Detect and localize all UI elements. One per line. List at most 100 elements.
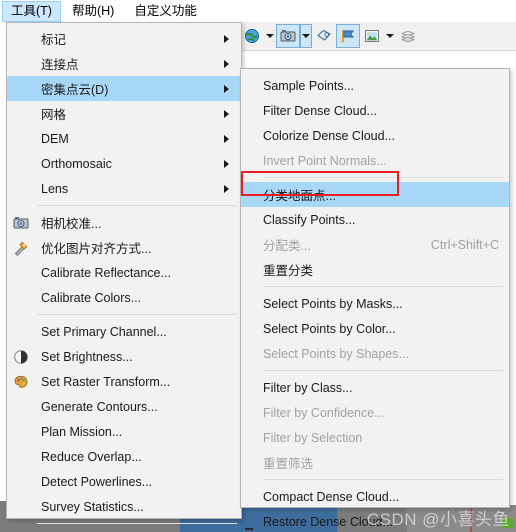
stack-button[interactable]	[396, 24, 420, 48]
menu-item-label: Lens	[41, 181, 69, 196]
menu-item-优化图片对齐方式[interactable]: 优化图片对齐方式...	[7, 235, 241, 260]
menu-separator	[263, 479, 503, 480]
menu-item-label: Detect Powerlines...	[41, 474, 153, 489]
menu-item-icon-empty	[7, 469, 35, 494]
menu-item-icon-empty	[7, 51, 35, 76]
menu-item-select-points-by-masks[interactable]: Select Points by Masks...	[241, 291, 509, 316]
menu-item-label: 优化图片对齐方式...	[41, 242, 152, 256]
menu-item-icon-empty	[7, 151, 35, 176]
menu-item-label: 相机校准...	[41, 217, 102, 231]
menu-separator	[263, 286, 503, 287]
menu-separator	[263, 370, 503, 371]
menubar-tools[interactable]: 工具(T)	[2, 0, 61, 22]
orthomosaic-button[interactable]	[360, 24, 384, 48]
chevron-right-icon	[224, 134, 229, 143]
menu-item-classify-points[interactable]: Classify Points...	[241, 207, 509, 232]
menu-item-select-points-by-color[interactable]: Select Points by Color...	[241, 316, 509, 341]
menubar-custom[interactable]: 自定义功能	[125, 1, 206, 22]
image-icon	[364, 28, 380, 44]
menu-item-survey-statistics[interactable]: Survey Statistics...	[7, 494, 241, 519]
menu-item-label: Filter by Selection	[263, 430, 363, 445]
menu-separator	[263, 177, 503, 178]
camera-icon	[7, 210, 35, 235]
menu-item-相机校准[interactable]: 相机校准...	[7, 210, 241, 235]
menu-item-label: Generate Contours...	[41, 399, 158, 414]
menu-item-reduce-overlap[interactable]: Reduce Overlap...	[7, 444, 241, 469]
menu-item-lens[interactable]: Lens	[7, 176, 241, 201]
menu-item-label: Plan Mission...	[41, 424, 123, 439]
menu-item-label: Select Points by Shapes...	[263, 346, 409, 361]
chevron-right-icon	[224, 84, 229, 93]
menu-item-orthomosaic[interactable]: Orthomosaic	[7, 151, 241, 176]
menu-item-标记[interactable]: 标记	[7, 26, 241, 51]
camera-button[interactable]	[276, 24, 300, 48]
menu-separator	[37, 314, 237, 315]
shapes-icon	[316, 28, 332, 44]
menu-item-分类地面点[interactable]: 分类地面点...	[241, 182, 509, 207]
menu-item-colorize-dense-cloud[interactable]: Colorize Dense Cloud...	[241, 123, 509, 148]
menu-item-icon-empty	[7, 26, 35, 51]
shapes-button[interactable]	[312, 24, 336, 48]
globe-button[interactable]	[240, 24, 264, 48]
menu-item-label: Reduce Overlap...	[41, 449, 142, 464]
menu-item-plan-mission[interactable]: Plan Mission...	[7, 419, 241, 444]
application-window: 工具(T) 帮助(H) 自定义功能 标记 连接点密集点云(D) 网格 DEM Orthomo…	[0, 0, 516, 532]
menu-item-set-primary-channel[interactable]: Set Primary Channel...	[7, 319, 241, 344]
menu-item-label: Sample Points...	[263, 78, 355, 93]
menu-item-密集点云(d)[interactable]: 密集点云(D)	[7, 76, 241, 101]
chevron-down-icon[interactable]	[384, 24, 396, 48]
menu-item-label: Orthomosaic	[41, 156, 112, 171]
menu-item-label: 网格	[41, 108, 67, 122]
menu-item-label: 密集点云(D)	[41, 83, 109, 97]
menu-item-icon-empty	[7, 260, 35, 285]
menu-item-label: DEM	[41, 131, 69, 146]
menu-item-label: Invert Point Normals...	[263, 153, 387, 168]
menu-item-dem[interactable]: DEM	[7, 126, 241, 151]
menu-item-网格[interactable]: 网格	[7, 101, 241, 126]
menu-item-label: 分类地面点...	[263, 189, 336, 203]
camera-icon	[280, 28, 296, 44]
menu-item-calibrate-colors[interactable]: Calibrate Colors...	[7, 285, 241, 310]
menu-item-sample-points[interactable]: Sample Points...	[241, 73, 509, 98]
menu-item-set-raster-transform[interactable]: Set Raster Transform...	[7, 369, 241, 394]
menu-item-连接点[interactable]: 连接点	[7, 51, 241, 76]
menu-item-icon-empty	[7, 419, 35, 444]
globe-icon	[244, 28, 260, 44]
watermark-text: CSDN @小喜头鱼	[366, 510, 510, 529]
flag-icon	[340, 28, 356, 44]
menu-item-calibrate-reflectance[interactable]: Calibrate Reflectance...	[7, 260, 241, 285]
menu-separator	[37, 205, 237, 206]
menu-item-filter-by-confidence: Filter by Confidence...	[241, 400, 509, 425]
chevron-down-icon[interactable]	[264, 24, 276, 48]
chevron-right-icon	[224, 184, 229, 193]
menu-item-icon-empty	[7, 285, 35, 310]
chevron-down-icon[interactable]	[300, 24, 312, 48]
menu-item-icon-empty	[7, 319, 35, 344]
menu-item-filter-dense-cloud[interactable]: Filter Dense Cloud...	[241, 98, 509, 123]
menu-item-filter-by-class[interactable]: Filter by Class...	[241, 375, 509, 400]
menu-item-set-brightness[interactable]: Set Brightness...	[7, 344, 241, 369]
chevron-right-icon	[224, 159, 229, 168]
markers-button[interactable]	[336, 24, 360, 48]
dense-cloud-submenu[interactable]: Sample Points... Filter Dense Cloud... Col…	[240, 68, 510, 529]
menu-item-label: 分配类...	[263, 239, 311, 253]
menu-item-label: Set Primary Channel...	[41, 324, 167, 339]
menu-item-label: Select Points by Masks...	[263, 296, 403, 311]
menu-item-detect-powerlines[interactable]: Detect Powerlines...	[7, 469, 241, 494]
menu-item-generate-contours[interactable]: Generate Contours...	[7, 394, 241, 419]
menu-item-label: Filter by Class...	[263, 380, 353, 395]
menubar-help[interactable]: 帮助(H)	[63, 1, 123, 22]
wand-icon	[7, 235, 35, 260]
menu-item-label: Compact Dense Cloud...	[263, 489, 400, 504]
menu-item-icon-empty	[7, 394, 35, 419]
stack-icon	[400, 28, 416, 44]
menu-bar: 工具(T) 帮助(H) 自定义功能	[0, 0, 516, 22]
menu-item-分配类: 分配类... Ctrl+Shift+C	[241, 232, 509, 257]
tools-menu[interactable]: 标记 连接点密集点云(D) 网格 DEM Orthomosaic Lens 相机校准... 优…	[6, 22, 242, 524]
menu-item-运行脚本[interactable]: 运行脚本...Ctrl+R	[7, 528, 241, 532]
menu-item-filter-by-selection: Filter by Selection	[241, 425, 509, 450]
menu-item-重置分类[interactable]: 重置分类	[241, 257, 509, 282]
menu-item-icon-empty	[7, 126, 35, 151]
menu-item-label: Calibrate Colors...	[41, 290, 142, 305]
menu-item-label: Colorize Dense Cloud...	[263, 128, 396, 143]
